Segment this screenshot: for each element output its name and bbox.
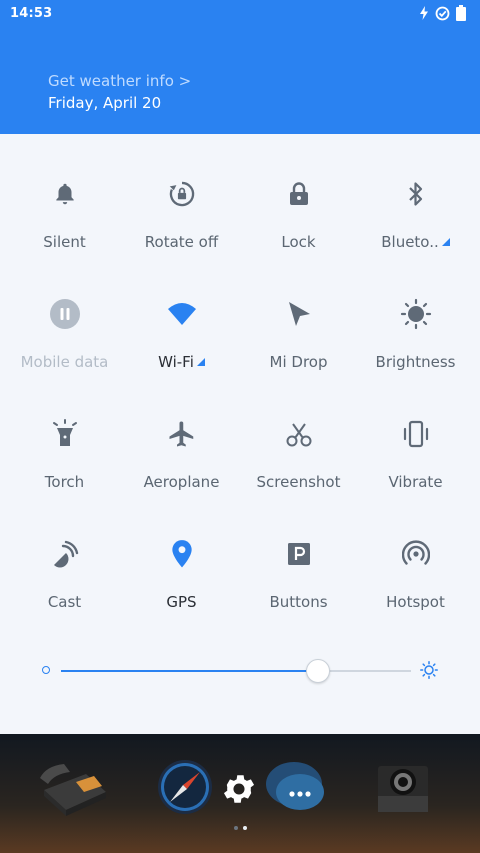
brightness-slider[interactable] [40,654,440,686]
tile-label: Torch [44,473,85,491]
tile-label: Mobile data [20,353,109,371]
brightness-icon [400,298,431,330]
padlock-icon [289,182,308,205]
compass-icon[interactable] [156,758,214,816]
scissors-icon [286,423,311,447]
tile-label: Silent [43,233,86,251]
charging-bolt-icon [420,6,428,20]
vibrate-icon [403,420,428,448]
wifi-icon [167,303,196,325]
tile-silent[interactable]: Silent [6,177,123,287]
tile-hotspot[interactable]: Hotspot [357,537,474,647]
tile-torch[interactable]: Torch [6,417,123,527]
tile-vibrate[interactable]: Vibrate [357,417,474,527]
tile-label: Buttons [269,593,328,611]
bluetooth-icon [408,182,422,206]
mobile-data-icon [49,299,80,329]
parking-p-icon [287,543,310,565]
rotate-lock-icon [169,181,194,207]
date-label: Friday, April 20 [48,94,162,112]
page-dot-active [242,826,247,830]
bell-icon [55,183,74,205]
location-pin-icon [171,540,192,568]
alarm-check-icon [435,6,450,20]
messages-icon[interactable] [264,758,328,816]
tile-rotate-off[interactable]: Rotate off [123,177,240,287]
clock: 14:53 [10,6,53,21]
expand-triangle-icon [441,238,450,246]
battery-icon [456,5,466,21]
weather-link[interactable]: Get weather info > [48,72,191,90]
tile-label: Rotate off [144,233,219,251]
quick-settings-panel: Silent Rotate off Lock Blueto.. Mobile d… [0,134,480,734]
tile-label: Blueto.. [381,233,439,251]
status-bar: 14:53 [0,0,480,28]
tile-brightness[interactable]: Brightness [357,297,474,407]
notification-header: 14:53 Get weather info > Friday, April 2… [0,0,480,134]
tile-aeroplane[interactable]: Aeroplane [123,417,240,527]
tile-mobile-data[interactable]: Mobile data [6,297,123,407]
tile-label: Vibrate [388,473,443,491]
page-dot [233,826,238,830]
tile-gps[interactable]: GPS [123,537,240,647]
tile-label: GPS [166,593,197,611]
tile-bluetooth[interactable]: Blueto.. [357,177,474,287]
tile-label: Mi Drop [269,353,328,371]
tile-label: Aeroplane [143,473,220,491]
tile-screenshot[interactable]: Screenshot [240,417,357,527]
torch-icon [52,419,77,446]
mi-drop-icon [288,302,310,326]
tile-buttons[interactable]: Buttons [240,537,357,647]
tile-label: Cast [47,593,82,611]
expand-triangle-icon [196,358,205,366]
slider-fill [61,670,317,672]
aeroplane-icon [169,421,193,447]
tile-label: Brightness [375,353,456,371]
tile-label: Lock [281,233,316,251]
cast-icon [53,540,78,568]
tile-mi-drop[interactable]: Mi Drop [240,297,357,407]
tile-label: Wi-Fi [158,353,194,371]
hotspot-icon [401,540,430,565]
tile-label: Hotspot [386,593,445,611]
page-indicator [0,826,480,830]
brightness-low-icon [42,666,50,674]
tile-lock[interactable]: Lock [240,177,357,287]
slider-thumb[interactable] [305,659,330,683]
tile-wifi[interactable]: Wi-Fi [123,297,240,407]
camera-icon[interactable] [372,756,434,814]
tile-cast[interactable]: Cast [6,537,123,647]
brightness-high-icon [420,661,438,679]
gear-icon[interactable] [220,770,258,808]
tile-label: Screenshot [256,473,341,491]
phone-icon[interactable] [36,752,110,816]
